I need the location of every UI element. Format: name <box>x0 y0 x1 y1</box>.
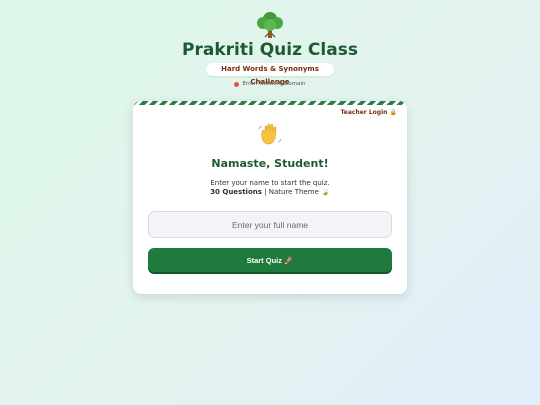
start-quiz-button[interactable]: Start Quiz 🚀 <box>148 248 392 272</box>
connection-status: Error: Network/Domain <box>0 79 540 89</box>
theme-label: Nature Theme 🍃 <box>268 188 330 196</box>
question-count: 30 Questions <box>210 188 262 196</box>
subtitle-badge: Hard Words & Synonyms Challenge <box>206 63 334 86</box>
waving-hand-icon <box>258 123 282 145</box>
login-card: Teacher Login 🔒 Namaste, Student! Enter … <box>133 101 407 294</box>
instruction-text: Enter your name to start the quiz. <box>210 179 330 187</box>
status-dot-icon <box>234 81 240 87</box>
status-text: Error: Network/Domain <box>242 81 306 87</box>
card-stripe <box>133 101 407 105</box>
tree-icon <box>257 12 283 38</box>
meta-separator: | <box>261 188 269 196</box>
page-title: Prakriti Quiz Class <box>182 40 358 60</box>
greeting-heading: Namaste, Student! <box>211 157 329 170</box>
teacher-login-link[interactable]: Teacher Login 🔒 <box>341 109 398 116</box>
quiz-meta: 30 Questions | Nature Theme 🍃 <box>133 188 407 196</box>
name-input[interactable] <box>148 211 392 238</box>
